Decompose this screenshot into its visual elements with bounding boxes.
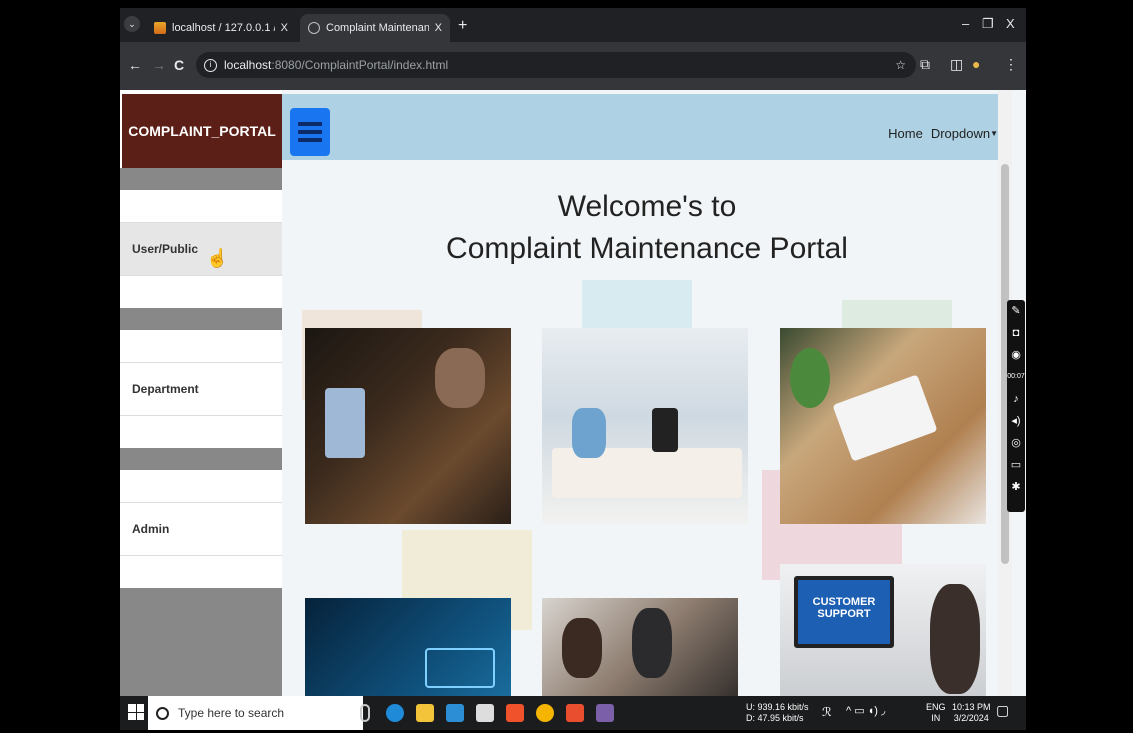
sidebar-divider bbox=[120, 448, 282, 470]
file-explorer-icon[interactable] bbox=[416, 704, 434, 722]
forward-button[interactable]: → bbox=[152, 57, 166, 73]
nav-links: Home Dropdown▼ bbox=[888, 126, 998, 141]
tab-search-icon[interactable]: ⌄ bbox=[124, 16, 140, 32]
page-viewport: COMPLAINT_PORTAL User/Public ☝ Departmen… bbox=[120, 90, 1026, 696]
search-placeholder: Type here to search bbox=[178, 706, 285, 720]
edge-browser-icon[interactable] bbox=[386, 704, 404, 722]
top-navbar: Home Dropdown▼ bbox=[282, 94, 1010, 160]
sidebar-footer-block bbox=[120, 588, 282, 696]
url-host: localhost bbox=[224, 58, 272, 72]
site-info-icon[interactable]: i bbox=[204, 58, 217, 72]
screen-recorder-widget: ✎ ◘ ◉ 00:07 ♪ ◂) ◎ ▭ ✱ bbox=[1007, 300, 1025, 512]
sidebar-item-admin[interactable]: Admin bbox=[120, 502, 282, 556]
photo-office-workers bbox=[542, 328, 748, 524]
windows-taskbar: Type here to search U: 939.16 kbit/s D: … bbox=[120, 696, 1026, 730]
photo-paperwork-hands bbox=[780, 328, 986, 524]
mail-icon[interactable] bbox=[446, 704, 464, 722]
browser-window: ⌄ localhost / 127.0.0.1 / complain X Com… bbox=[120, 8, 1026, 730]
caret-down-icon: ▼ bbox=[990, 129, 998, 138]
photo-call-center-agents bbox=[305, 328, 511, 524]
record-icon[interactable]: ◉ bbox=[1007, 344, 1025, 366]
nav-dropdown[interactable]: Dropdown▼ bbox=[931, 126, 998, 141]
sidebar-item-department[interactable]: Department bbox=[120, 362, 282, 416]
taskbar-search-box[interactable]: Type here to search bbox=[148, 696, 363, 730]
photo-customer-support: CUSTOMER SUPPORT bbox=[780, 564, 986, 696]
settings-gear-icon[interactable]: ✱ bbox=[1007, 476, 1025, 498]
sidebar-divider bbox=[120, 168, 282, 190]
photo-touchscreen bbox=[305, 598, 511, 696]
hero-line-1: Welcome's to bbox=[557, 190, 737, 223]
pen-icon[interactable]: ✎ bbox=[1007, 300, 1025, 322]
microphone-icon[interactable] bbox=[360, 704, 370, 722]
hero-line-2: Complaint Maintenance Portal bbox=[446, 232, 848, 265]
profile-avatar-icon[interactable]: ● bbox=[972, 56, 980, 72]
tab-phpmyadmin[interactable]: localhost / 127.0.0.1 / complain X bbox=[146, 14, 296, 42]
tab-title: Complaint Maintenance Portal bbox=[326, 22, 429, 34]
globe-favicon-icon bbox=[308, 22, 320, 34]
network-speed: U: 939.16 kbit/s D: 47.95 kbit/s bbox=[746, 702, 809, 723]
sidebar-divider bbox=[120, 308, 282, 330]
cortana-search-icon bbox=[156, 706, 169, 720]
tab-close-icon[interactable]: X bbox=[281, 22, 288, 34]
restore-button[interactable]: ❐ bbox=[982, 16, 994, 32]
brave-browser-icon[interactable] bbox=[506, 704, 524, 722]
people-icon[interactable]: ℛ bbox=[822, 706, 832, 718]
reload-button[interactable]: C bbox=[174, 57, 184, 73]
brand-logo[interactable]: COMPLAINT_PORTAL bbox=[122, 94, 282, 168]
browser-menu-icon[interactable]: ⋮ bbox=[1004, 56, 1018, 73]
extensions-icon[interactable]: ⧉ bbox=[920, 56, 930, 73]
minimize-button[interactable]: – bbox=[962, 16, 969, 31]
hand-cursor-icon: ☝ bbox=[206, 248, 229, 268]
tray-icons[interactable]: ^ ▭ ◖) ◞ bbox=[846, 706, 885, 717]
hero-title: Welcome's to Complaint Maintenance Porta… bbox=[282, 186, 1012, 270]
webcam-icon[interactable]: ◎ bbox=[1007, 432, 1025, 454]
nav-link-home[interactable]: Home bbox=[888, 126, 923, 141]
sidebar-toggle-button[interactable] bbox=[290, 108, 330, 156]
windows-start-icon[interactable] bbox=[128, 704, 144, 720]
window-close-button[interactable]: X bbox=[1006, 16, 1015, 31]
sidebar-item-user-public[interactable]: User/Public bbox=[120, 222, 282, 276]
xampp-icon[interactable] bbox=[566, 704, 584, 722]
tab-title: localhost / 127.0.0.1 / complain bbox=[172, 22, 275, 34]
back-button[interactable]: ← bbox=[128, 57, 142, 73]
address-bar[interactable]: i localhost:8080/ComplaintPortal/index.h… bbox=[196, 52, 916, 78]
camera-icon[interactable]: ◘ bbox=[1007, 322, 1025, 344]
xampp-favicon-icon bbox=[154, 22, 166, 34]
recording-time: 00:07 bbox=[1007, 373, 1025, 380]
tab-complaint-portal[interactable]: Complaint Maintenance Portal X bbox=[300, 14, 450, 42]
side-panel-icon[interactable]: ◫ bbox=[950, 56, 963, 73]
language-indicator[interactable]: ENG IN bbox=[926, 702, 946, 724]
url-path: :8080/ComplaintPortal/index.html bbox=[271, 58, 449, 72]
tab-close-icon[interactable]: X bbox=[435, 22, 442, 34]
window-icon[interactable]: ▭ bbox=[1007, 454, 1025, 476]
browser-toolbar: ← → C i localhost:8080/ComplaintPortal/i… bbox=[120, 42, 1026, 90]
mic-icon[interactable]: ♪ bbox=[1007, 388, 1025, 410]
bookmark-star-icon[interactable]: ☆ bbox=[895, 58, 906, 72]
chrome-browser-icon[interactable] bbox=[536, 704, 554, 722]
app-icon[interactable] bbox=[596, 704, 614, 722]
new-tab-button[interactable]: + bbox=[458, 17, 467, 35]
store-icon[interactable] bbox=[476, 704, 494, 722]
screen: ⌄ localhost / 127.0.0.1 / complain X Com… bbox=[0, 0, 1133, 733]
customer-support-screen: CUSTOMER SUPPORT bbox=[794, 576, 894, 648]
notification-icon[interactable]: ▢ bbox=[996, 703, 1009, 717]
sidebar: COMPLAINT_PORTAL User/Public ☝ Departmen… bbox=[120, 90, 282, 696]
speaker-icon[interactable]: ◂) bbox=[1007, 410, 1025, 432]
clock[interactable]: 10:13 PM 3/2/2024 bbox=[952, 702, 991, 724]
tab-strip: ⌄ localhost / 127.0.0.1 / complain X Com… bbox=[120, 8, 1026, 42]
photo-meeting bbox=[542, 598, 738, 696]
main-content: Home Dropdown▼ Welcome's to Complaint Ma… bbox=[282, 90, 1012, 696]
